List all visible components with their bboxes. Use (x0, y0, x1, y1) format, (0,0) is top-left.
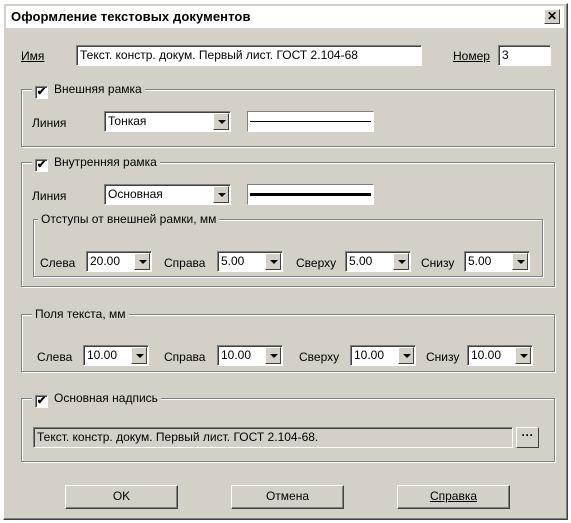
offset-right-value: 5.00 (221, 254, 245, 268)
offset-left-value: 20.00 (90, 254, 121, 268)
dialog-window: Оформление текстовых документов ✕ Имя Те… (3, 3, 568, 520)
chevron-down-icon[interactable] (213, 186, 229, 203)
margin-top-value: 10.00 (354, 348, 385, 362)
margin-top-select[interactable]: 10.00 (350, 345, 416, 366)
margin-left-select[interactable]: 10.00 (83, 345, 149, 366)
number-label-text: Номер (453, 49, 490, 63)
offset-right-select[interactable]: 5.00 (217, 251, 283, 272)
offset-bottom-select[interactable]: 5.00 (464, 251, 530, 272)
inner-line-label: Линия (32, 189, 67, 203)
outer-line-value: Тонкая (108, 114, 147, 128)
offset-top-select[interactable]: 5.00 (345, 251, 411, 272)
outer-frame-title: Внешняя рамка (54, 82, 142, 96)
margin-left-value: 10.00 (87, 348, 118, 362)
name-input[interactable]: Текст. констр. докум. Первый лист. ГОСТ … (76, 45, 422, 66)
offset-top-value: 5.00 (349, 254, 373, 268)
chevron-down-icon[interactable] (398, 347, 414, 364)
outer-frame-legend[interactable]: ✔ Внешняя рамка (32, 82, 145, 99)
chevron-down-icon[interactable] (515, 347, 531, 364)
help-button[interactable]: Справка (397, 485, 510, 509)
title-block-legend[interactable]: ✔ Основная надпись (32, 391, 161, 408)
margin-bottom-label: Снизу (426, 350, 460, 364)
margin-bottom-select[interactable]: 10.00 (467, 345, 533, 366)
title-block-field[interactable]: Текст. констр. докум. Первый лист. ГОСТ … (33, 427, 513, 448)
offset-bottom-value: 5.00 (468, 254, 492, 268)
chevron-down-icon[interactable] (393, 253, 409, 270)
number-label: Номер (453, 49, 490, 63)
margin-right-select[interactable]: 10.00 (217, 345, 283, 366)
offset-left-label: Слева (40, 256, 76, 270)
offsets-title: Отступы от внешней рамки, мм (38, 212, 220, 226)
title-block-checkbox[interactable]: ✔ (35, 395, 48, 408)
margin-left-label: Слева (37, 350, 73, 364)
margin-right-label: Справа (164, 350, 206, 364)
chevron-down-icon[interactable] (213, 113, 229, 130)
inner-line-preview (247, 184, 374, 205)
offset-right-label: Справа (164, 256, 206, 270)
outer-line-select[interactable]: Тонкая (104, 111, 231, 132)
offset-left-select[interactable]: 20.00 (86, 251, 152, 272)
inner-frame-checkbox[interactable]: ✔ (35, 159, 48, 172)
outer-frame-checkbox[interactable]: ✔ (35, 86, 48, 99)
margin-bottom-value: 10.00 (471, 348, 502, 362)
thick-line-sample (250, 193, 371, 196)
browse-button[interactable]: ··· (516, 427, 539, 448)
name-label: Имя (21, 49, 45, 63)
chevron-down-icon[interactable] (512, 253, 528, 270)
window-title: Оформление текстовых документов (11, 9, 251, 24)
chevron-down-icon[interactable] (131, 347, 147, 364)
chevron-down-icon[interactable] (265, 253, 281, 270)
inner-frame-legend[interactable]: ✔ Внутренняя рамка (32, 155, 160, 172)
margin-right-value: 10.00 (221, 348, 252, 362)
inner-frame-title: Внутренняя рамка (54, 155, 157, 169)
text-margins-title: Поля текста, мм (32, 307, 129, 321)
cancel-button[interactable]: Отмена (231, 485, 344, 509)
number-input[interactable]: 3 (498, 45, 551, 66)
chevron-down-icon[interactable] (265, 347, 281, 364)
inner-line-value: Основная (108, 187, 163, 201)
outer-line-label: Линия (32, 116, 67, 130)
inner-line-select[interactable]: Основная (104, 184, 231, 205)
help-button-label: Справка (429, 489, 478, 503)
offset-bottom-label: Снизу (421, 256, 455, 270)
close-button[interactable]: ✕ (544, 9, 560, 24)
title-bar: Оформление текстовых документов ✕ (6, 6, 564, 28)
offset-top-label: Сверху (296, 256, 337, 270)
margin-top-label: Сверху (299, 350, 340, 364)
chevron-down-icon[interactable] (134, 253, 150, 270)
ok-button[interactable]: OK (65, 485, 178, 509)
outer-line-preview (247, 111, 374, 132)
thin-line-sample (250, 121, 371, 122)
title-block-title: Основная надпись (54, 391, 158, 405)
